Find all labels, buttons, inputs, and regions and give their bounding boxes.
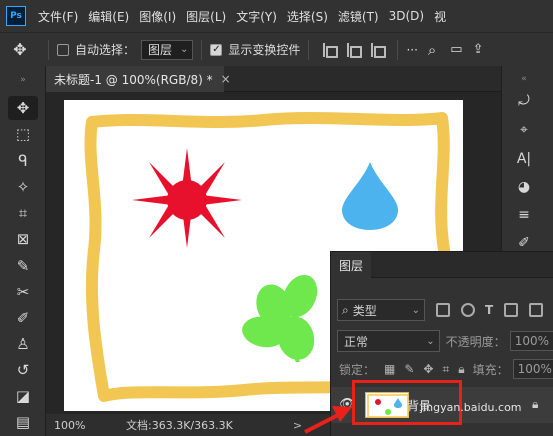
fill-input[interactable]: 100% xyxy=(512,359,553,379)
panel-icon-strip: « ⤾ ⌖ A| ◕ ≡ ✐ xyxy=(501,66,553,256)
smart-object-filter-icon[interactable] xyxy=(529,303,544,317)
sun-shape xyxy=(132,148,242,248)
lock-artboard-icon[interactable]: ⌗ xyxy=(442,362,449,377)
auto-select-checkbox[interactable] xyxy=(57,43,69,56)
clone-stamp-tool-icon[interactable]: ♙ xyxy=(8,332,38,356)
layer-filter-row: ⌕ 类型 ⌄ T xyxy=(331,299,553,321)
menu-view[interactable]: 视 xyxy=(434,8,446,25)
eyedropper-tool-icon[interactable]: ✎ xyxy=(8,254,38,278)
opacity-label: 不透明度： xyxy=(445,334,506,349)
layers-panel-header: 图层 xyxy=(331,252,553,278)
divider xyxy=(48,39,49,60)
blend-mode-value: 正常 xyxy=(344,334,369,349)
type-filter-icon[interactable]: T xyxy=(485,303,493,317)
brush-tool-icon[interactable]: ✐ xyxy=(8,306,38,330)
move-tool-icon[interactable]: ✥ xyxy=(8,96,38,120)
lock-image-icon[interactable]: ✎ xyxy=(404,362,414,376)
close-icon[interactable]: × xyxy=(221,72,231,86)
menu-file[interactable]: 文件(F) xyxy=(38,8,78,25)
opacity-input[interactable]: 100% xyxy=(509,331,553,351)
document-tab[interactable]: 未标题-1 @ 100%(RGB/8) * × xyxy=(46,66,231,92)
divider xyxy=(397,39,399,60)
history-brush-tool-icon[interactable]: ↺ xyxy=(8,358,38,382)
clover-shape xyxy=(242,274,318,362)
lock-label: 锁定： xyxy=(339,362,376,377)
align-left-icon[interactable] xyxy=(322,42,339,58)
gradient-tool-icon[interactable]: ▤ xyxy=(8,410,38,434)
menu-layer[interactable]: 图层(L) xyxy=(186,8,226,25)
frame-tool-icon[interactable]: ⊠ xyxy=(8,227,38,251)
crop-tool-icon[interactable]: ⌗ xyxy=(8,201,38,225)
status-menu-arrow[interactable]: > xyxy=(293,419,302,432)
pixel-filter-icon[interactable] xyxy=(436,303,450,317)
lock-row: 锁定： ▦ ✎ ✥ ⌗ 🔒︎ 填充： 100% xyxy=(331,359,553,379)
more-options-icon[interactable]: ··· xyxy=(406,43,417,57)
healing-brush-tool-icon[interactable]: ✂ xyxy=(8,280,38,304)
blend-mode-dropdown[interactable]: 正常 ⌄ xyxy=(337,330,440,352)
share-icon[interactable]: ⇪ xyxy=(473,42,484,57)
zoom-level[interactable]: 100% xyxy=(46,419,96,432)
search-icon[interactable]: ⌕ xyxy=(428,41,436,59)
collapse-icon[interactable]: » xyxy=(8,68,38,92)
align-center-icon[interactable] xyxy=(346,42,363,58)
menu-filter[interactable]: 滤镜(T) xyxy=(338,8,379,25)
menu-image[interactable]: 图像(I) xyxy=(139,8,176,25)
auto-select-target-value: 图层 xyxy=(148,43,173,57)
menu-edit[interactable]: 编辑(E) xyxy=(88,8,129,25)
eraser-tool-icon[interactable]: ◪ xyxy=(8,384,38,408)
lock-icon: 🔒︎ xyxy=(532,397,539,411)
paths-panel-icon[interactable]: ⌖ xyxy=(510,119,538,141)
menu-3d[interactable]: 3D(D) xyxy=(389,9,424,23)
shape-filter-icon[interactable] xyxy=(504,303,519,317)
workspace-icon[interactable]: ▭ xyxy=(450,42,462,57)
show-transform-label: 显示变换控件 xyxy=(228,43,301,57)
divider xyxy=(308,39,310,60)
document-tab-bar: 未标题-1 @ 100%(RGB/8) * × xyxy=(46,66,501,92)
chevron-down-icon: ⌄ xyxy=(411,304,420,316)
photoshop-window: Ps 文件(F) 编辑(E) 图像(I) 图层(L) 文字(Y) 选择(S) 滤… xyxy=(0,0,553,436)
align-right-icon[interactable] xyxy=(370,42,387,58)
show-transform-checkbox[interactable]: ✓ xyxy=(210,43,223,56)
layer-kind-label: 类型 xyxy=(352,303,377,318)
adjustments-panel-icon[interactable]: ≡ xyxy=(510,204,538,226)
options-bar: ✥ 自动选择： 图层 ⌄ ✓ 显示变换控件 ··· ⌕ ▭ ⇪ xyxy=(0,32,553,66)
lasso-tool-icon[interactable]: ᑫ xyxy=(8,149,38,173)
lock-all-icon[interactable]: 🔒︎ xyxy=(458,362,464,377)
auto-select-target-dropdown[interactable]: 图层 ⌄ xyxy=(141,39,194,60)
move-tool-preset-icon[interactable]: ✥ xyxy=(0,40,40,59)
lock-position-icon[interactable]: ✥ xyxy=(423,362,433,376)
layer-kind-filter[interactable]: ⌕ 类型 ⌄ xyxy=(337,299,425,321)
search-icon: ⌕ xyxy=(342,302,349,317)
tab-layers[interactable]: 图层 xyxy=(331,252,371,278)
menu-select[interactable]: 选择(S) xyxy=(287,8,328,25)
document-tab-title: 未标题-1 @ 100%(RGB/8) * xyxy=(54,72,213,87)
adjustment-filter-icon[interactable] xyxy=(461,303,475,317)
tools-panel: » ✥ ⬚ ᑫ ✧ ⌗ ⊠ ✎ ✂ ✐ ♙ ↺ ◪ ▤ xyxy=(0,66,46,436)
menu-bar: Ps 文件(F) 编辑(E) 图像(I) 图层(L) 文字(Y) 选择(S) 滤… xyxy=(0,0,553,32)
lock-transparent-icon[interactable]: ▦ xyxy=(384,362,395,376)
menu-type[interactable]: 文字(Y) xyxy=(236,8,277,25)
ps-logo: Ps xyxy=(6,6,26,26)
marquee-tool-icon[interactable]: ⬚ xyxy=(8,122,38,146)
collapse-icon[interactable]: « xyxy=(510,68,538,90)
magic-wand-tool-icon[interactable]: ✧ xyxy=(8,175,38,199)
watermark: jingyan.baidu.com xyxy=(420,401,522,414)
chevron-down-icon: ⌄ xyxy=(180,44,189,55)
document-info: 文档:363.3K/363.3K xyxy=(126,419,233,432)
divider xyxy=(201,39,203,60)
chevron-down-icon: ⌄ xyxy=(426,335,435,347)
color-panel-icon[interactable]: ◕ xyxy=(510,176,538,198)
auto-select-label: 自动选择： xyxy=(75,43,136,57)
blend-row: 正常 ⌄ 不透明度： 100% xyxy=(331,330,553,352)
history-panel-icon[interactable]: ⤾ xyxy=(510,90,538,112)
character-panel-icon[interactable]: A| xyxy=(510,148,538,170)
fill-label: 填充： xyxy=(472,362,509,377)
drop-shape xyxy=(342,162,398,230)
